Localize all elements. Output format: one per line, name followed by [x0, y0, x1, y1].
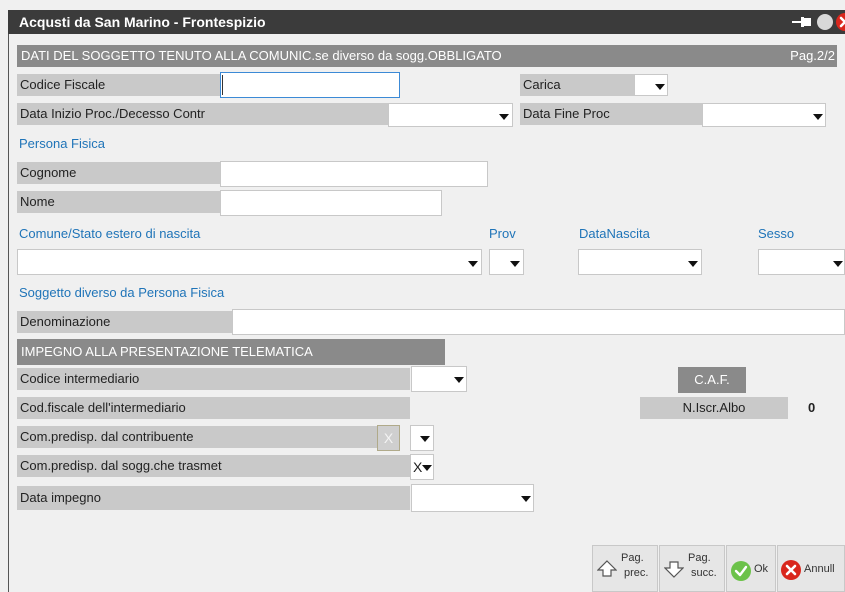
chevron-down-icon — [454, 377, 464, 383]
comune-nascita-label: Comune/Stato estero di nascita — [19, 226, 201, 241]
codice-fiscale-label: Codice Fiscale — [17, 74, 220, 96]
chevron-down-icon — [688, 261, 698, 267]
com-sogg-value: X — [413, 459, 423, 475]
cancel-label: Annull — [804, 563, 835, 575]
arrow-down-icon — [664, 561, 684, 578]
com-sogg-label: Com.predisp. dal sogg.che trasmet — [17, 455, 410, 477]
codice-fiscale-input[interactable] — [220, 72, 400, 98]
persona-fisica-section: Persona Fisica — [19, 136, 105, 151]
com-contribuente-select[interactable] — [410, 425, 434, 451]
prev-page-button[interactable]: Pag. prec. — [592, 545, 658, 592]
cancel-x-icon — [781, 560, 801, 580]
denominazione-input[interactable] — [232, 309, 845, 335]
ok-label: Ok — [754, 563, 769, 575]
chevron-down-icon — [499, 114, 509, 120]
prev-page-line2: prec. — [624, 567, 649, 579]
prov-label: Prov — [489, 226, 516, 241]
sesso-select[interactable] — [758, 249, 845, 275]
cognome-input[interactable] — [220, 161, 488, 187]
ok-button[interactable]: Ok — [726, 545, 776, 592]
next-page-button[interactable]: Pag. succ. — [659, 545, 725, 592]
chevron-down-icon — [468, 261, 478, 267]
impegno-header: IMPEGNO ALLA PRESENTAZIONE TELEMATICA — [17, 339, 445, 365]
data-nascita-label: DataNascita — [579, 226, 650, 241]
next-page-line2: succ. — [691, 567, 717, 579]
data-inizio-select[interactable] — [388, 103, 513, 127]
section-header: DATI DEL SOGGETTO TENUTO ALLA COMUNIC.se… — [17, 45, 837, 67]
prov-select[interactable] — [489, 249, 524, 275]
codice-intermediario-label: Codice intermediario — [17, 368, 410, 390]
pin-icon[interactable] — [792, 15, 814, 29]
nome-input[interactable] — [220, 190, 442, 216]
com-sogg-select[interactable]: X — [410, 454, 434, 480]
data-fine-label: Data Fine Proc — [520, 103, 702, 125]
chevron-down-icon — [521, 496, 531, 502]
close-window-icon[interactable] — [836, 13, 845, 31]
chevron-down-icon — [510, 261, 520, 267]
chevron-down-icon — [813, 114, 823, 120]
cf-intermediario-label: Cod.fiscale dell'intermediario — [17, 397, 410, 419]
window-title: Acqusti da San Marino - Frontespizio — [19, 14, 266, 30]
text-caret — [222, 75, 223, 95]
denominazione-label: Denominazione — [17, 311, 232, 333]
section-header-title: DATI DEL SOGGETTO TENUTO ALLA COMUNIC.se… — [21, 48, 502, 63]
sesso-label: Sesso — [758, 226, 795, 241]
chevron-down-icon — [655, 84, 665, 90]
data-impegno-select[interactable] — [411, 484, 534, 512]
com-contribuente-value-box: X — [377, 425, 400, 451]
chevron-down-icon — [420, 436, 430, 442]
codice-intermediario-select[interactable] — [411, 366, 467, 392]
arrow-up-icon — [597, 560, 617, 577]
prev-page-line1: Pag. — [621, 552, 644, 564]
com-contribuente-label: Com.predisp. dal contribuente — [17, 426, 377, 448]
data-nascita-select[interactable] — [578, 249, 702, 275]
carica-select[interactable] — [634, 74, 668, 96]
page-indicator: Pag.2/2 — [790, 48, 835, 63]
comune-nascita-select[interactable] — [17, 249, 482, 275]
cancel-button[interactable]: Annull — [777, 545, 845, 592]
checkmark-icon — [731, 561, 751, 581]
cognome-label: Cognome — [17, 162, 220, 184]
nome-label: Nome — [17, 191, 220, 213]
data-fine-select[interactable] — [702, 103, 826, 127]
data-impegno-label: Data impegno — [17, 486, 410, 510]
next-page-line1: Pag. — [688, 552, 711, 564]
chevron-down-icon — [833, 261, 843, 267]
window-titlebar: Acqusti da San Marino - Frontespizio — [8, 10, 845, 34]
data-inizio-label: Data Inizio Proc./Decesso Contr — [17, 103, 388, 125]
chevron-down-icon — [422, 465, 432, 471]
minimize-circle-icon[interactable] — [817, 14, 833, 30]
caf-label: C.A.F. — [678, 367, 746, 393]
carica-label: Carica — [520, 74, 634, 96]
n-iscr-albo-label: N.Iscr.Albo — [640, 397, 788, 419]
n-iscr-albo-value: 0 — [808, 400, 816, 415]
soggetto-diverso-section: Soggetto diverso da Persona Fisica — [19, 285, 225, 300]
